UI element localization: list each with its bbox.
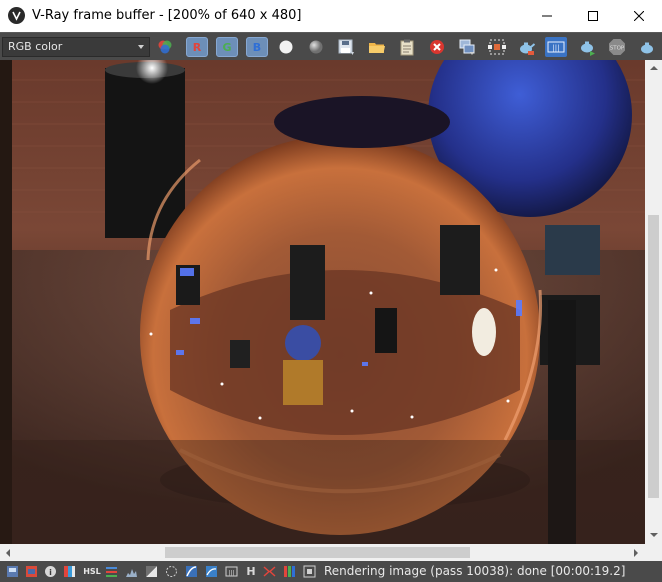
info-label: i	[49, 568, 52, 577]
vertical-scroll-thumb[interactable]	[648, 215, 659, 498]
render-image	[0, 60, 645, 544]
gray-sphere-button[interactable]	[305, 37, 327, 57]
stop-button[interactable]: STOP	[606, 37, 628, 57]
levels-button[interactable]	[62, 564, 76, 578]
exposure-icon	[145, 565, 157, 577]
hue-button[interactable]: H	[244, 564, 258, 578]
maximize-button[interactable]	[570, 0, 616, 32]
teapot-small-button[interactable]	[636, 37, 658, 57]
history-icon	[6, 565, 18, 577]
region-render-button[interactable]	[486, 37, 508, 57]
levels-icon	[63, 565, 75, 577]
duplicate-icon	[459, 39, 475, 55]
link-button[interactable]: |||	[545, 37, 567, 57]
gray-sphere-icon	[309, 40, 323, 54]
region-icon	[488, 39, 506, 55]
lens-effects-icon	[25, 565, 37, 577]
clipboard-button[interactable]	[396, 37, 418, 57]
scroll-down-icon[interactable]	[650, 533, 658, 537]
color-channels-icon	[158, 40, 172, 54]
teapot-button[interactable]	[515, 37, 537, 57]
histogram-button[interactable]	[124, 564, 138, 578]
ocio-button[interactable]: |||	[224, 564, 238, 578]
vertical-scrollbar[interactable]	[645, 60, 662, 544]
red-channel-button[interactable]: R	[186, 37, 208, 57]
link-icon: |||	[547, 41, 565, 53]
render-status: Rendering image (pass 10038): done [00:0…	[324, 564, 626, 578]
white-sphere-icon	[279, 40, 293, 54]
history-button[interactable]	[5, 564, 19, 578]
white-sphere-button[interactable]	[275, 37, 297, 57]
color-balance-button[interactable]	[184, 564, 198, 578]
render-teapot-button[interactable]	[576, 37, 598, 57]
compare-button[interactable]	[282, 564, 296, 578]
color-channels-button[interactable]	[154, 37, 176, 57]
render-viewport[interactable]	[0, 60, 645, 544]
channel-select[interactable]: RGB color	[2, 37, 150, 57]
pixel-info-icon	[303, 565, 315, 577]
scroll-left-icon[interactable]	[6, 549, 10, 557]
blue-channel-button[interactable]: B	[246, 37, 268, 57]
lut-button[interactable]	[204, 564, 218, 578]
maximize-icon	[588, 11, 598, 21]
hsl-button[interactable]: HSL	[82, 564, 102, 578]
pixel-info-button[interactable]	[302, 564, 316, 578]
horizontal-scrollbar[interactable]	[0, 544, 645, 561]
ocio-icon: |||	[225, 566, 237, 576]
minimize-icon	[542, 15, 552, 17]
render-teapot-icon	[581, 41, 595, 56]
white-balance-icon	[165, 565, 177, 577]
minimize-button[interactable]	[524, 0, 570, 32]
scroll-up-icon[interactable]	[650, 66, 658, 70]
chevron-down-icon	[138, 45, 144, 49]
white-balance-button[interactable]	[164, 564, 178, 578]
title-bar: V-Ray frame buffer - [200% of 640 x 480]	[0, 0, 662, 32]
scrollbar-corner	[645, 544, 662, 561]
open-folder-icon	[369, 43, 385, 53]
teapot-icon	[520, 42, 535, 55]
lens-effects-button[interactable]	[24, 564, 38, 578]
exposure-button[interactable]	[144, 564, 158, 578]
green-channel-button[interactable]: G	[216, 37, 238, 57]
stop-icon: STOP	[609, 39, 625, 55]
clear-icon	[430, 40, 444, 54]
scroll-right-icon[interactable]	[634, 549, 638, 557]
info-icon: i	[44, 565, 56, 577]
histogram-icon	[125, 568, 137, 577]
stereo-button[interactable]	[262, 564, 276, 578]
hue-label: H	[246, 564, 256, 578]
compare-icon	[283, 565, 295, 577]
clipboard-icon	[400, 39, 414, 56]
open-folder-button[interactable]	[366, 37, 388, 57]
svg-text:|||: |||	[552, 44, 559, 52]
duplicate-button[interactable]	[456, 37, 478, 57]
vray-logo-icon	[8, 7, 25, 24]
color-balance-icon	[185, 565, 197, 577]
lut-icon	[205, 565, 217, 577]
save-button[interactable]	[335, 37, 357, 57]
horizontal-scroll-thumb[interactable]	[165, 547, 470, 558]
save-icon	[338, 39, 354, 55]
curves-icon	[105, 566, 117, 577]
toolbar: RGB color R G B ||| STOP	[0, 32, 662, 60]
close-icon	[634, 11, 644, 21]
channel-select-value: RGB color	[8, 40, 63, 53]
window-title: V-Ray frame buffer - [200% of 640 x 480]	[32, 8, 302, 23]
clear-image-button[interactable]	[426, 37, 448, 57]
teapot-small-icon	[641, 42, 653, 54]
info-button[interactable]: i	[43, 564, 57, 578]
hsl-label: HSL	[83, 566, 101, 576]
curves-button[interactable]	[104, 564, 118, 578]
stereo-icon	[262, 565, 276, 577]
svg-text:STOP: STOP	[610, 46, 625, 52]
status-bar: i HSL ||| H Rendering image (pass 10038)…	[0, 561, 662, 582]
close-button[interactable]	[616, 0, 662, 32]
svg-text:|||: |||	[228, 570, 234, 576]
